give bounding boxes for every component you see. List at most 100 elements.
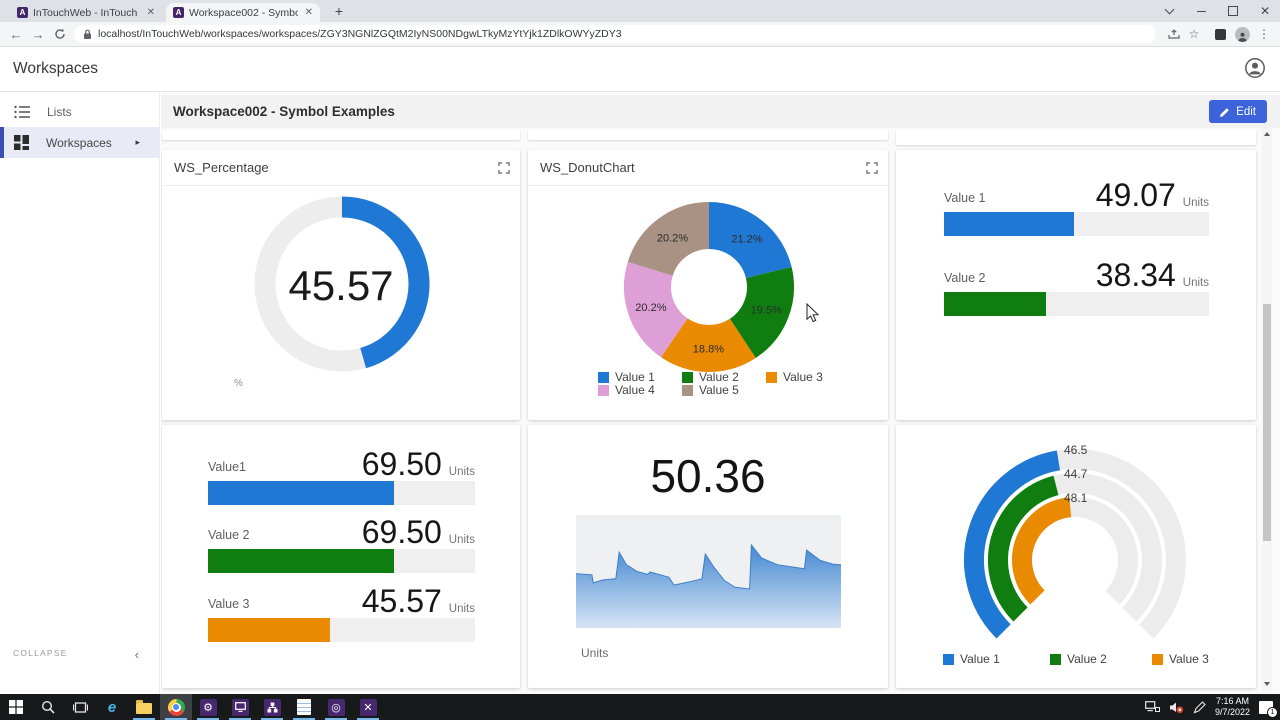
- edit-button[interactable]: Edit: [1209, 100, 1267, 123]
- file-explorer-icon[interactable]: [128, 694, 160, 720]
- tab-search-chevron-icon[interactable]: [1154, 0, 1184, 22]
- scrollbar-thumb[interactable]: [1263, 304, 1271, 541]
- bar-row: Value 269.50Units: [208, 528, 475, 542]
- svg-text:44.7: 44.7: [1064, 467, 1088, 481]
- legend-item: Value 1: [598, 370, 655, 384]
- search-icon[interactable]: [32, 694, 64, 720]
- bar-value: 38.34Units: [1096, 257, 1209, 294]
- legend-swatch: [682, 372, 693, 383]
- collapse-chevron-icon[interactable]: ‹: [135, 647, 139, 662]
- bar-fill: [944, 292, 1046, 316]
- bar-unit-label: Units: [1183, 277, 1209, 289]
- legend-item: Value 3: [766, 370, 823, 384]
- task-view-icon[interactable]: [64, 694, 96, 720]
- maximize-button[interactable]: [1218, 0, 1248, 22]
- bar-row: Value 345.57Units: [208, 597, 475, 611]
- app-x-icon[interactable]: ✕: [352, 694, 384, 720]
- legend-swatch: [943, 654, 954, 665]
- tab-close-icon[interactable]: ✕: [145, 7, 155, 18]
- pen-icon[interactable]: [1193, 701, 1206, 714]
- legend-label: Value 2: [1067, 652, 1107, 666]
- chrome-icon[interactable]: [160, 694, 192, 720]
- pencil-icon: [1220, 107, 1230, 117]
- widget-title: WS_Percentage: [174, 160, 269, 175]
- share-icon[interactable]: [1164, 24, 1184, 44]
- windows-taskbar: e ⚙ ◎ ✕ 7:16 AM 9/7/2022 1: [0, 694, 1280, 720]
- browser-tab-workspace002[interactable]: A Workspace002 - Symbol Examp ✕: [166, 3, 320, 22]
- bar-fill: [944, 212, 1074, 236]
- new-tab-button[interactable]: +: [331, 3, 347, 19]
- action-center-icon[interactable]: 1: [1259, 701, 1273, 714]
- address-bar[interactable]: localhost/InTouchWeb/workspaces/workspac…: [74, 25, 1156, 43]
- app-monitor-icon[interactable]: [224, 694, 256, 720]
- svg-text:18.8%: 18.8%: [693, 344, 724, 356]
- tab-title: Workspace002 - Symbol Examp: [189, 7, 298, 19]
- bar-track: [944, 292, 1209, 316]
- legend-swatch: [598, 372, 609, 383]
- widget-header: WS_DonutChart: [528, 150, 888, 186]
- bookmark-star-icon[interactable]: ☆: [1184, 24, 1204, 44]
- browser-menu-icon[interactable]: ⋮: [1254, 24, 1274, 44]
- legend-item: Value 4: [598, 383, 655, 397]
- browser-toolbar: ← → localhost/InTouchWeb/workspaces/work…: [0, 22, 1280, 47]
- account-icon[interactable]: [1244, 57, 1266, 84]
- sidebar-item-workspaces[interactable]: Workspaces ▸: [0, 127, 160, 158]
- bar-row: Value169.50Units: [208, 460, 475, 474]
- internet-explorer-icon[interactable]: e: [96, 694, 128, 720]
- aveva-favicon-icon: A: [173, 7, 184, 18]
- tab-close-icon[interactable]: ✕: [303, 7, 313, 18]
- card-fragment: [896, 130, 1256, 145]
- bar-row: Value 238.34Units: [944, 271, 1209, 285]
- sidebar-item-label: Lists: [47, 105, 72, 119]
- svg-text:20.2%: 20.2%: [657, 233, 688, 245]
- clock[interactable]: 7:16 AM 9/7/2022: [1215, 696, 1250, 719]
- page-header: Workspace002 - Symbol Examples Edit: [161, 95, 1280, 128]
- collapse-label[interactable]: COLLAPSE: [13, 648, 67, 658]
- close-window-button[interactable]: ✕: [1250, 0, 1280, 22]
- forward-icon[interactable]: →: [28, 24, 48, 44]
- trend-value: 50.36: [528, 449, 888, 503]
- svg-text:20.2%: 20.2%: [635, 302, 666, 314]
- fullscreen-icon[interactable]: [866, 161, 878, 179]
- scroll-down-icon[interactable]: [1264, 682, 1270, 686]
- legend-item: Value 1: [943, 652, 1000, 666]
- network-icon[interactable]: [1145, 701, 1160, 713]
- bar-unit-label: Units: [449, 534, 475, 546]
- browser-tab-intouchweb[interactable]: A InTouchWeb - InTouch Introducti ✕: [10, 3, 162, 22]
- side-panel-icon[interactable]: [1210, 24, 1230, 44]
- scroll-up-icon[interactable]: [1264, 132, 1270, 136]
- legend-swatch: [766, 372, 777, 383]
- start-button[interactable]: [0, 694, 32, 720]
- widget-title: WS_DonutChart: [540, 160, 635, 175]
- legend-label: Value 1: [615, 370, 655, 384]
- widget-bars-top: Value 149.07UnitsValue 238.34Units: [896, 150, 1256, 420]
- url-text: localhost/InTouchWeb/workspaces/workspac…: [98, 28, 622, 40]
- bar-value: 69.50Units: [362, 514, 475, 551]
- back-icon[interactable]: ←: [6, 24, 26, 44]
- bar-value: 49.07Units: [1096, 177, 1209, 214]
- app-spiral-icon[interactable]: ◎: [320, 694, 352, 720]
- bar-rows: Value 149.07UnitsValue 238.34Units: [944, 150, 1209, 420]
- sidebar-item-label: Workspaces: [46, 136, 112, 150]
- trend-sparkline-chart: [576, 515, 841, 628]
- notepad-icon[interactable]: [288, 694, 320, 720]
- sidebar: Lists Workspaces ▸ COLLAPSE ‹: [0, 92, 160, 694]
- profile-avatar[interactable]: [1232, 24, 1252, 44]
- muted-speaker-icon[interactable]: [1169, 701, 1184, 714]
- fullscreen-icon[interactable]: [498, 161, 510, 179]
- sidebar-item-lists[interactable]: Lists: [0, 96, 160, 127]
- expand-arrow-icon[interactable]: ▸: [135, 137, 140, 148]
- aveva-favicon-icon: A: [17, 7, 28, 18]
- page-title: Workspace002 - Symbol Examples: [173, 104, 395, 119]
- minimize-button[interactable]: [1186, 0, 1216, 22]
- content-scrollbar[interactable]: [1262, 128, 1272, 690]
- gauge-value: 45.57: [162, 262, 520, 310]
- app-gears-icon[interactable]: ⚙: [192, 694, 224, 720]
- bar-unit-label: Units: [449, 603, 475, 615]
- reload-icon[interactable]: [50, 24, 70, 44]
- legend-label: Value 2: [699, 370, 739, 384]
- legend-label: Value 1: [960, 652, 1000, 666]
- app-network-icon[interactable]: [256, 694, 288, 720]
- radial-legend: Value 1Value 2Value 3: [896, 652, 1256, 672]
- widget-trend: 50.36 Units: [528, 425, 888, 688]
